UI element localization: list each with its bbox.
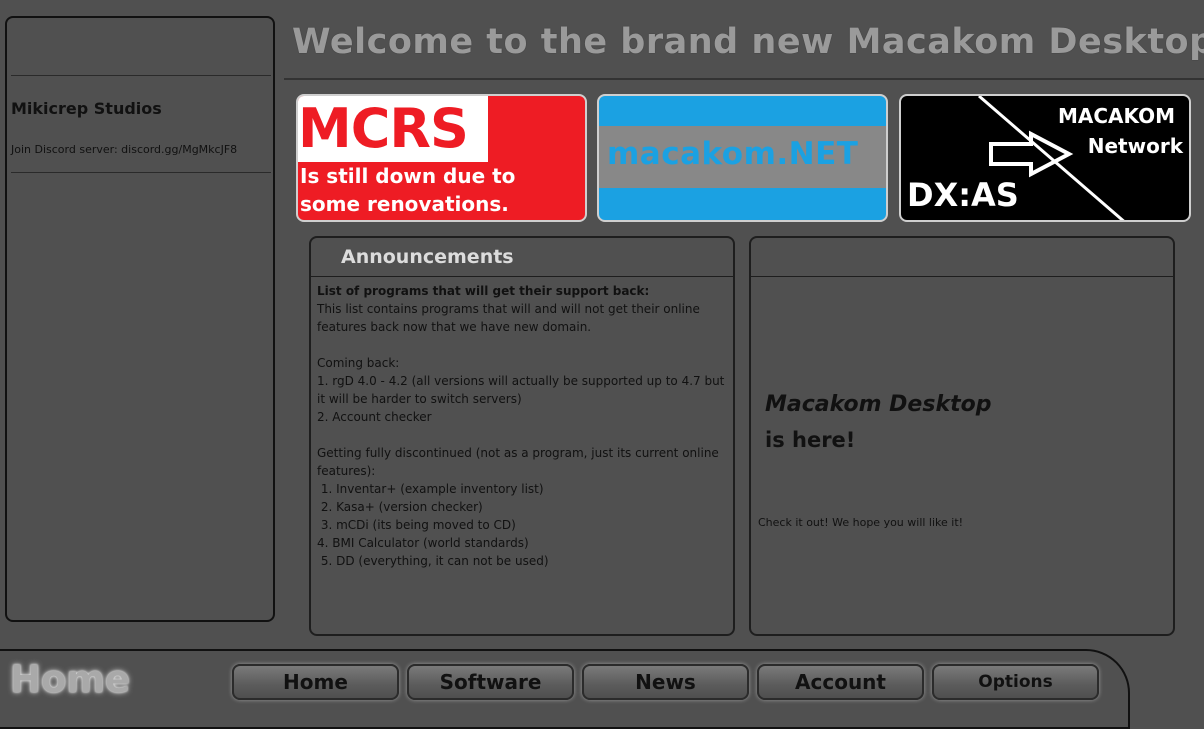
title-divider (284, 78, 1204, 80)
nav-news-button[interactable]: News (582, 664, 749, 700)
arrow-right-icon (989, 130, 1074, 178)
dxas-banner[interactable]: MACAKOM Network DX:AS (899, 94, 1191, 222)
promo-headline: Macakom Desktop (765, 392, 992, 417)
promo-subheadline: is here! (765, 428, 856, 452)
dxas-macakom-text: MACAKOM (1057, 104, 1175, 128)
panel-divider (751, 276, 1173, 277)
page-title: Welcome to the brand new Macakom Desktop… (292, 22, 1204, 62)
mcrs-logo: MCRS (298, 97, 469, 160)
sidebar-divider (11, 172, 271, 173)
sidebar-divider (11, 75, 271, 76)
dxas-network-text: Network (1087, 134, 1183, 158)
discord-invite-text: Join Discord server: discord.gg/MgMkcJF8 (11, 143, 238, 156)
mcrs-message-line2: some renovations. (300, 192, 509, 216)
promo-note: Check it out! We hope you will like it! (758, 516, 964, 529)
nav-options-button[interactable]: Options (932, 664, 1099, 700)
promo-panel: Macakom Desktop is here! Check it out! W… (749, 236, 1175, 636)
sidebar: Mikicrep Studios Join Discord server: di… (5, 16, 275, 622)
mcrs-banner[interactable]: MCRS Is still down due to some renovatio… (296, 94, 587, 222)
mcrs-message-line1: Is still down due to (300, 164, 516, 188)
announcements-title: Announcements (341, 246, 514, 268)
nav-account-button[interactable]: Account (757, 664, 924, 700)
announcements-body: List of programs that will get their sup… (317, 282, 727, 570)
nav-home-button[interactable]: Home (232, 664, 399, 700)
mcrs-message: Is still down due to some renovations. (300, 162, 515, 218)
dxas-label: DX:AS (907, 176, 1019, 214)
announcements-text: This list contains programs that will an… (317, 302, 725, 568)
nav-software-button[interactable]: Software (407, 664, 574, 700)
sidebar-title: Mikicrep Studios (11, 99, 162, 118)
macakom-net-banner[interactable]: macakom.NET (597, 94, 888, 222)
announcements-panel: Announcements List of programs that will… (309, 236, 735, 636)
announcements-heading: List of programs that will get their sup… (317, 284, 650, 298)
current-page-label: Home (10, 658, 131, 701)
macakom-net-label: macakom.NET (607, 136, 859, 172)
panel-divider (311, 276, 733, 277)
